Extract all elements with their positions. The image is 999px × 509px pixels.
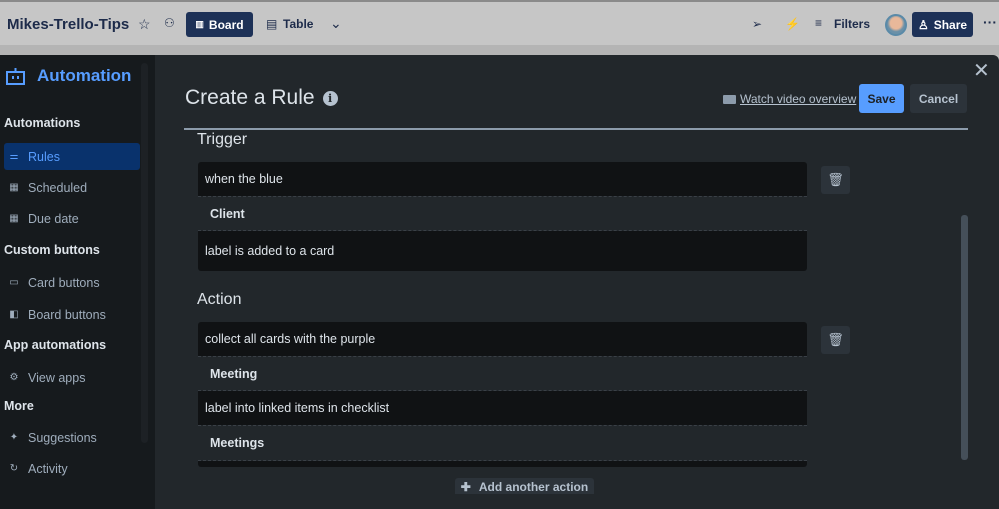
board-background [0,45,999,55]
action-checklist-field[interactable]: Meetings [198,425,807,461]
avatar[interactable] [885,14,907,36]
board-view-button[interactable]: ▥ Board [186,12,253,37]
plus-icon: ✚ [460,480,471,494]
share-button[interactable]: ♙ Share [912,12,973,37]
sidebar-item-label: Due date [28,211,79,226]
automation-heading: Automation [6,66,131,86]
table-view-tab[interactable]: Table [283,17,313,31]
trigger-text: label is added to a card [198,231,807,271]
robot-icon [6,67,25,85]
board-icon: ◧ [9,309,19,320]
card-icon: ▭ [9,277,19,288]
add-person-icon: ♙ [917,17,929,32]
sliders-icon: ⚌ [9,151,19,162]
filters-button[interactable]: Filters [834,17,870,31]
sidebar-item-card-buttons[interactable]: ▭ Card buttons [4,269,140,296]
sidebar-item-label: Activity [28,461,68,476]
add-another-action-button[interactable]: ✚ Add another action [455,478,594,494]
section-custom-buttons: Custom buttons [4,243,100,257]
action-heading: Action [197,291,242,308]
calendar-icon: ▦ [9,213,19,224]
sidebar-item-label: Suggestions [28,430,97,445]
delete-action-button[interactable]: 🗑 [821,326,850,354]
more-icon[interactable]: ··· [983,14,997,30]
content-scrollbar[interactable] [961,215,968,460]
board-header: Mikes-Trello-Tips ☆ ⚇ ▥ Board ▤ Table ⌄ ➢… [0,0,999,45]
trigger-heading: Trigger [197,131,248,148]
gear-icon: ⚙ [9,372,19,383]
star-icon[interactable]: ☆ [138,16,151,33]
filter-icon: ≡ [815,16,823,30]
sidebar-item-label: Scheduled [28,180,88,195]
section-automations: Automations [4,116,81,130]
sidebar-item-rules[interactable]: ⚌ Rules [4,143,140,170]
sidebar-item-scheduled[interactable]: ▦ Scheduled [4,174,140,201]
close-icon[interactable]: ✕ [973,58,990,83]
automation-icon[interactable]: ⚡ [785,17,800,31]
share-label: Share [933,17,968,32]
sidebar-item-activity[interactable]: ↻ Activity [4,455,140,482]
watch-video-label: Watch video overview [740,92,857,106]
sidebar-item-label: Card buttons [28,275,100,290]
video-camera-icon [723,94,736,104]
sidebar-item-due-date[interactable]: ▦ Due date [4,205,140,232]
sidebar-item-label: Rules [28,149,60,164]
chevron-down-icon[interactable]: ⌄ [330,15,342,32]
board-icon: ▥ [195,19,204,29]
sidebar-item-label: View apps [28,370,86,385]
trigger-text: when the blue [198,162,807,196]
section-more: More [4,399,34,413]
action-label-field[interactable]: Meeting [198,356,807,391]
workspace-visibility-icon[interactable]: ⚇ [164,16,175,30]
action-text: collect all cards with the purple [198,322,807,356]
section-app-automations: App automations [4,338,107,352]
sidebar-scrollbar[interactable] [141,63,148,443]
cancel-button[interactable]: Cancel [910,84,967,113]
board-title[interactable]: Mikes-Trello-Tips [7,16,129,33]
sparkle-icon: ✦ [9,432,19,443]
refresh-icon: ↻ [9,463,19,474]
info-icon[interactable]: i [322,90,338,106]
trash-icon: 🗑 [827,332,844,347]
sidebar-item-suggestions[interactable]: ✦ Suggestions [4,424,140,451]
trash-icon: 🗑 [827,172,844,187]
sidebar-item-label: Board buttons [28,307,106,322]
page-title: Create a Rule i [185,86,338,110]
sidebar-item-view-apps[interactable]: ⚙ View apps [4,364,140,391]
calendar-icon: ▦ [9,182,19,193]
action-box-bottom [198,461,807,467]
add-action-label: Add another action [478,480,589,494]
delete-trigger-button[interactable]: 🗑 [821,166,850,194]
save-button[interactable]: Save [859,84,904,113]
watch-video-link[interactable]: Watch video overview [723,92,856,106]
sidebar-item-board-buttons[interactable]: ◧ Board buttons [4,301,140,328]
trigger-label-field[interactable]: Client [198,196,807,231]
page-title-text: Create a Rule [185,86,315,109]
action-text: label into linked items in checklist [198,391,807,425]
header-divider [184,128,968,130]
automation-title: Automation [37,66,132,85]
board-view-label: Board [208,17,244,32]
table-icon: ▤ [266,17,278,31]
power-ups-icon[interactable]: ➢ [752,17,762,31]
